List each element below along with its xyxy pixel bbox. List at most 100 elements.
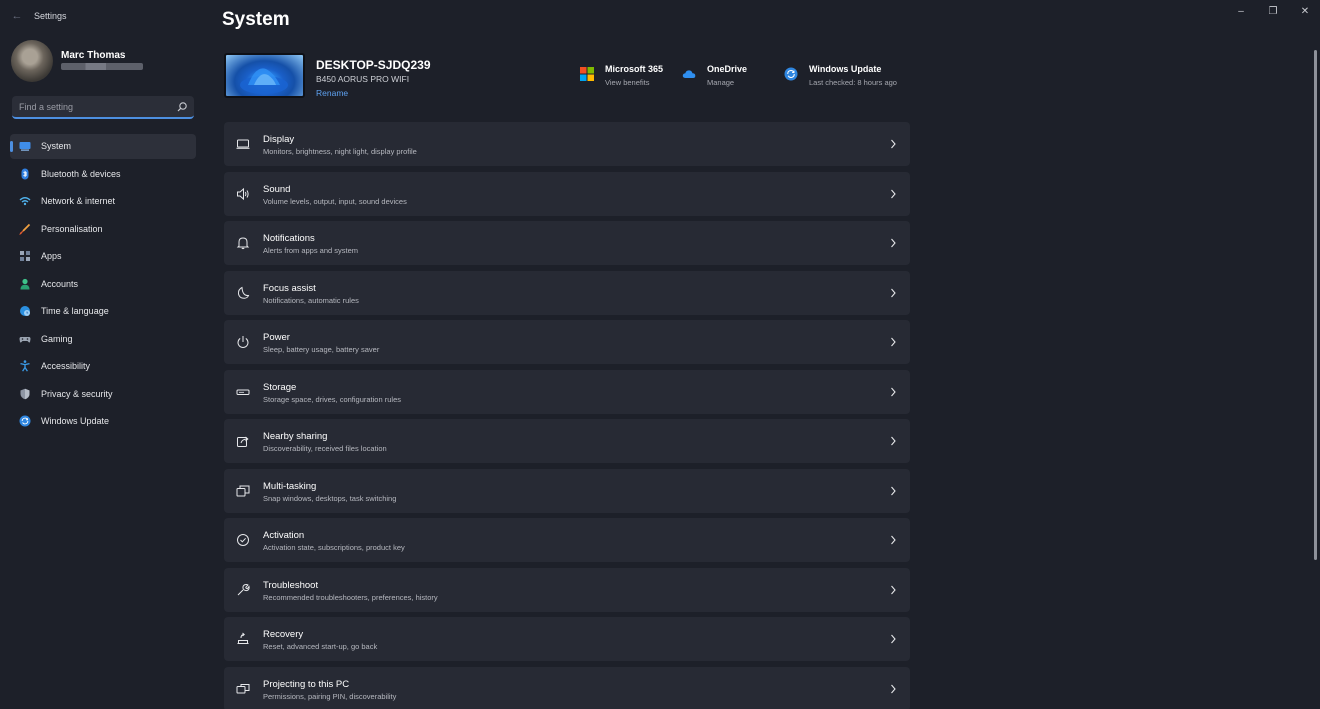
back-arrow-icon[interactable]: ← bbox=[10, 9, 24, 23]
sidebar-item-apps[interactable]: Apps bbox=[10, 244, 196, 269]
setting-row-sound[interactable]: Sound Volume levels, output, input, soun… bbox=[224, 171, 910, 216]
sidebar-item-gaming[interactable]: Gaming bbox=[10, 327, 196, 352]
chevron-right-icon bbox=[891, 189, 896, 198]
sidebar-item-time-language[interactable]: Time & language bbox=[10, 299, 196, 324]
microsoft-logo-icon bbox=[580, 67, 594, 81]
globe-clock-icon bbox=[20, 306, 30, 316]
quick-link-onedrive[interactable]: OneDrive Manage bbox=[682, 64, 772, 92]
sidebar-item-label: Time & language bbox=[41, 306, 109, 316]
chevron-right-icon bbox=[891, 139, 896, 149]
setting-title: Power bbox=[263, 332, 290, 343]
user-name: Marc Thomas bbox=[61, 50, 126, 61]
chevron-right-icon bbox=[891, 585, 896, 594]
setting-row-activation[interactable]: Activation Activation state, subscriptio… bbox=[224, 518, 910, 562]
setting-title: Focus assist bbox=[263, 282, 316, 294]
speaker-icon bbox=[237, 187, 249, 200]
setting-row-focus-assist[interactable]: Focus assist Notifications, automatic ru… bbox=[224, 270, 910, 315]
setting-subtitle: Sleep, battery usage, battery saver bbox=[263, 345, 380, 354]
setting-row-recovery[interactable]: Recovery Reset, advanced start-up, go ba… bbox=[224, 617, 910, 661]
setting-row-multi-tasking[interactable]: Multi-tasking Snap windows, desktops, ta… bbox=[224, 468, 910, 513]
moon-icon bbox=[237, 286, 250, 299]
sidebar-item-bluetooth-devices[interactable]: Bluetooth & devices bbox=[10, 162, 196, 187]
setting-subtitle: Volume levels, output, input, sound devi… bbox=[263, 196, 407, 206]
setting-title: Recovery bbox=[263, 629, 304, 640]
setting-row-troubleshoot[interactable]: Troubleshoot Recommended troubleshooters… bbox=[224, 567, 910, 612]
setting-title: Storage bbox=[263, 381, 297, 393]
sidebar-item-accounts[interactable]: Accounts bbox=[10, 272, 196, 297]
sidebar-item-label: Accounts bbox=[41, 278, 79, 289]
setting-subtitle: Storage space, drives, configuration rul… bbox=[263, 394, 401, 404]
device-model: B450 AORUS PRO WIFI bbox=[316, 74, 410, 84]
setting-title: Display bbox=[263, 134, 295, 145]
user-email-redacted bbox=[61, 63, 143, 70]
sidebar-item-label: System bbox=[41, 141, 72, 151]
avatar bbox=[11, 40, 53, 82]
sidebar-item-label: Apps bbox=[41, 251, 62, 261]
quick-link-subtitle: Last checked: 8 hours ago bbox=[809, 78, 897, 87]
maximize-button[interactable]: ❐ bbox=[1257, 4, 1289, 20]
person-icon bbox=[20, 278, 30, 289]
setting-row-projecting[interactable]: Projecting to this PC Permissions, pairi… bbox=[224, 666, 910, 709]
chevron-right-icon bbox=[891, 436, 896, 446]
setting-title: Nearby sharing bbox=[263, 431, 328, 442]
search-box[interactable] bbox=[12, 96, 194, 119]
setting-title: Sound bbox=[263, 183, 291, 195]
bell-icon bbox=[236, 237, 250, 250]
sidebar-item-label: Gaming bbox=[41, 333, 73, 344]
projector-icon bbox=[236, 683, 250, 693]
setting-row-storage[interactable]: Storage Storage space, drives, configura… bbox=[224, 369, 910, 414]
sidebar-item-label: Bluetooth & devices bbox=[41, 168, 121, 179]
sidebar-item-label: Privacy & security bbox=[41, 388, 113, 399]
setting-title: Notifications bbox=[263, 233, 315, 244]
chevron-right-icon bbox=[891, 387, 896, 396]
close-button[interactable]: ✕ bbox=[1289, 4, 1320, 20]
monitor-icon bbox=[19, 142, 31, 151]
sidebar-item-personalisation[interactable]: Personalisation bbox=[10, 217, 196, 242]
chevron-right-icon bbox=[891, 684, 896, 693]
sidebar: Marc Thomas System Bluetoo bbox=[0, 34, 205, 709]
bluetooth-icon bbox=[21, 168, 29, 179]
sidebar-item-network-internet[interactable]: Network & internet bbox=[10, 189, 196, 214]
sidebar-nav: System Bluetooth & devices Network & int… bbox=[10, 134, 196, 437]
user-profile[interactable]: Marc Thomas bbox=[11, 40, 201, 82]
update-icon bbox=[784, 67, 798, 81]
sidebar-item-windows-update[interactable]: Windows Update bbox=[10, 409, 196, 434]
rename-link[interactable]: Rename bbox=[316, 88, 348, 98]
recovery-icon bbox=[237, 632, 249, 644]
brush-icon bbox=[19, 223, 31, 235]
setting-title: Troubleshoot bbox=[263, 579, 319, 591]
setting-row-notifications[interactable]: Notifications Alerts from apps and syste… bbox=[224, 221, 910, 265]
quick-link-windows-update[interactable]: Windows Update Last checked: 8 hours ago bbox=[784, 64, 914, 92]
page-title: System bbox=[222, 9, 290, 30]
setting-row-display[interactable]: Display Monitors, brightness, night ligh… bbox=[224, 122, 910, 166]
setting-subtitle: Discoverability, received files location bbox=[263, 444, 387, 453]
setting-title: Multi-tasking bbox=[263, 480, 317, 492]
minimize-button[interactable]: – bbox=[1225, 4, 1257, 20]
quick-link-title: Windows Update bbox=[809, 64, 882, 74]
device-name: DESKTOP-SJDQ239 bbox=[316, 58, 431, 72]
setting-subtitle: Monitors, brightness, night light, displ… bbox=[263, 147, 417, 156]
scrollbar[interactable] bbox=[1314, 50, 1317, 560]
sidebar-item-accessibility[interactable]: Accessibility bbox=[10, 354, 196, 379]
sidebar-item-system[interactable]: System bbox=[10, 134, 196, 159]
sidebar-item-label: Network & internet bbox=[41, 196, 116, 206]
quick-link-subtitle: Manage bbox=[707, 78, 735, 87]
wifi-icon bbox=[19, 197, 31, 206]
setting-subtitle: Notifications, automatic rules bbox=[263, 295, 359, 305]
sidebar-item-privacy-security[interactable]: Privacy & security bbox=[10, 382, 196, 407]
wrench-icon bbox=[237, 583, 250, 595]
apps-icon bbox=[20, 251, 30, 261]
multitask-icon bbox=[236, 485, 250, 496]
setting-row-nearby-sharing[interactable]: Nearby sharing Discoverability, received… bbox=[224, 419, 910, 463]
quick-link-subtitle: View benefits bbox=[605, 78, 650, 87]
cloud-icon bbox=[682, 70, 696, 78]
search-input[interactable] bbox=[12, 96, 172, 117]
setting-subtitle: Activation state, subscriptions, product… bbox=[263, 543, 405, 552]
chevron-right-icon bbox=[891, 634, 896, 644]
quick-link-microsoft-365[interactable]: Microsoft 365 View benefits bbox=[580, 64, 675, 92]
search-icon[interactable] bbox=[176, 101, 188, 113]
gamepad-icon bbox=[19, 336, 31, 342]
setting-subtitle: Snap windows, desktops, task switching bbox=[263, 493, 397, 503]
setting-row-power[interactable]: Power Sleep, battery usage, battery save… bbox=[224, 320, 910, 364]
sidebar-item-label: Windows Update bbox=[41, 416, 110, 426]
